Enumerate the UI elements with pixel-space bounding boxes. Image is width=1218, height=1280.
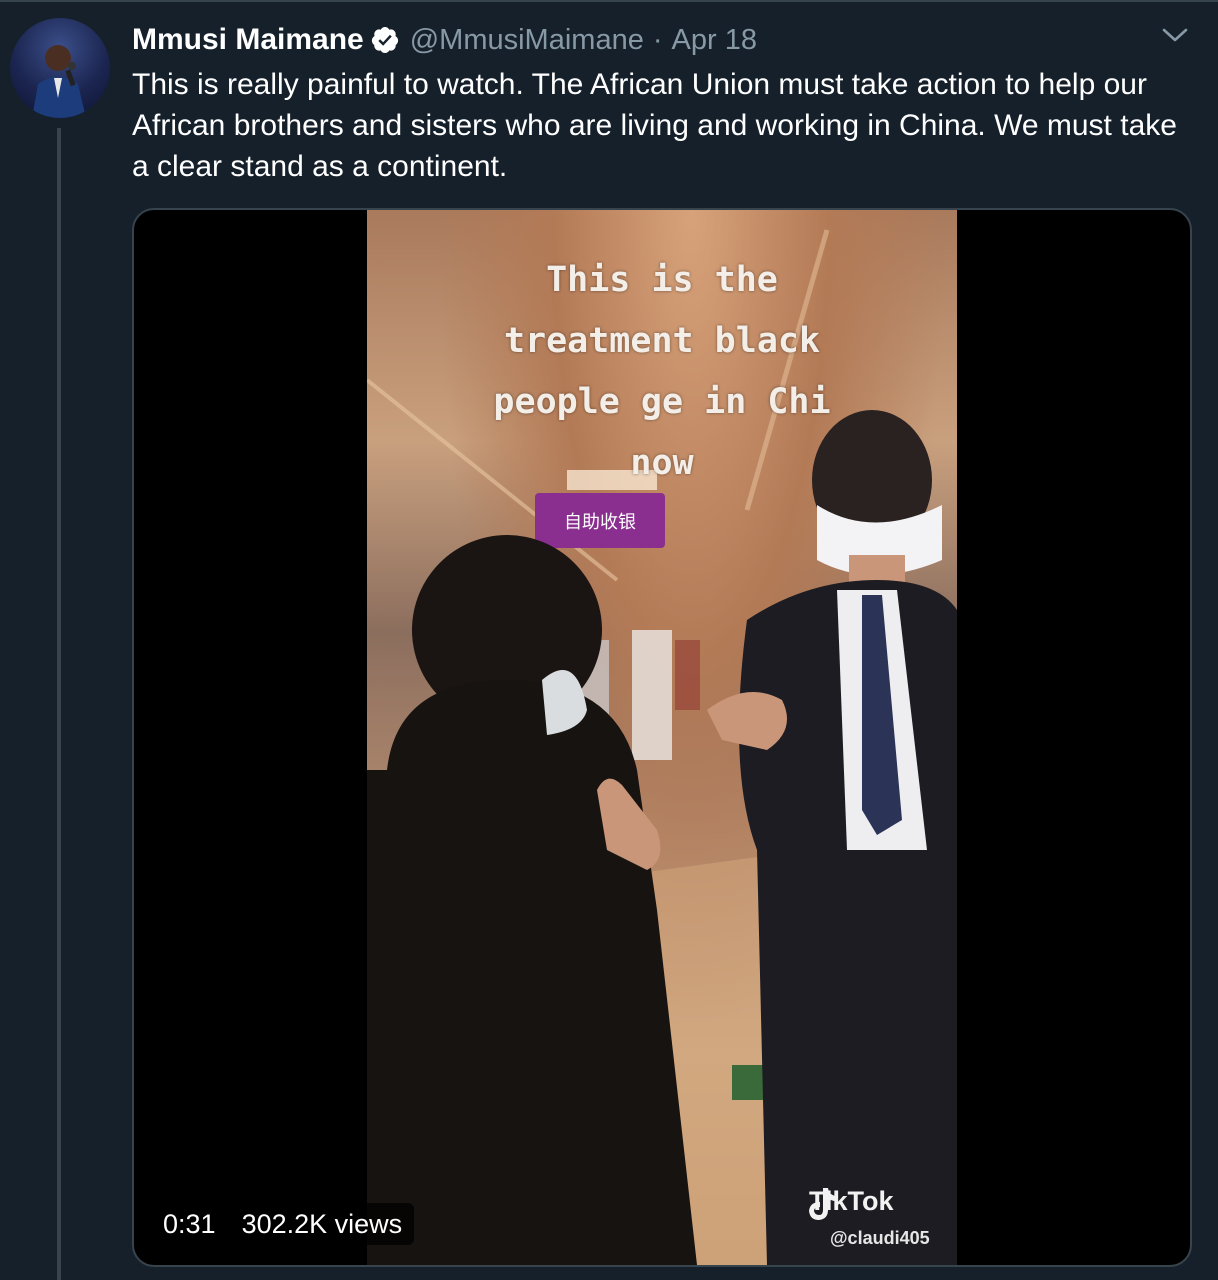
author-name[interactable]: Mmusi Maimane bbox=[132, 23, 364, 57]
tweet-header: Mmusi Maimane @MmusiMaimane · Apr 18 bbox=[132, 20, 757, 60]
avatar[interactable] bbox=[10, 18, 110, 118]
verified-badge-icon bbox=[370, 25, 400, 55]
tiktok-watermark: TikTok bbox=[805, 1186, 894, 1220]
store-sign: 自助收银 bbox=[564, 512, 636, 533]
video-caption: This is the treatment black people ge in… bbox=[493, 260, 831, 483]
tiktok-username: @claudi405 bbox=[830, 1228, 930, 1248]
tweet-text: This is really painful to watch. The Afr… bbox=[132, 68, 1177, 183]
author-handle[interactable]: @MmusiMaimane bbox=[410, 24, 644, 57]
thread-line bbox=[57, 128, 61, 1280]
top-divider bbox=[0, 0, 1218, 2]
video-duration: 0:31 bbox=[163, 1208, 216, 1239]
tiktok-logo-icon bbox=[809, 1188, 836, 1220]
video-player[interactable]: 自助收银 This is the treatment black people … bbox=[132, 208, 1192, 1267]
chevron-down-icon[interactable] bbox=[1160, 24, 1190, 46]
tweet-date[interactable]: Apr 18 bbox=[672, 24, 757, 57]
video-stats-badge: 0:31 302.2K views bbox=[151, 1203, 415, 1245]
view-count: 302.2K views bbox=[241, 1208, 403, 1239]
video-frame[interactable]: 自助收银 This is the treatment black people … bbox=[367, 210, 957, 1265]
separator-dot: · bbox=[652, 23, 663, 56]
